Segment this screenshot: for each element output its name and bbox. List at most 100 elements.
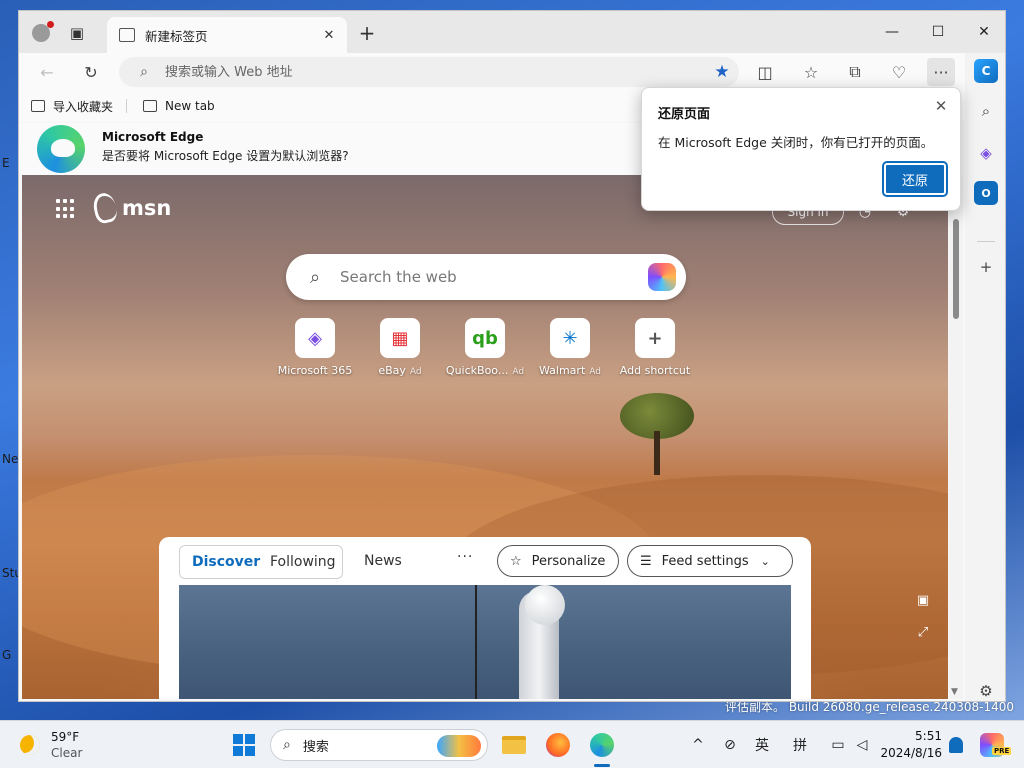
notification-bell-icon[interactable]: [949, 737, 963, 753]
firefox-button[interactable]: [544, 731, 572, 759]
show-hidden-icons-chevron[interactable]: ^: [690, 736, 706, 754]
maximize-button[interactable]: ☐: [915, 17, 961, 47]
feed-settings-button[interactable]: ☰ Feed settings ⌄: [627, 545, 793, 577]
chevron-down-icon: ⌄: [760, 554, 770, 568]
add-sidebar-app-icon[interactable]: +: [974, 255, 998, 279]
desktop-icon-label: E: [2, 156, 10, 170]
profile-button[interactable]: [29, 21, 54, 45]
start-button-windows-icon[interactable]: [233, 734, 255, 756]
news-feed: Discover Following News ··· ☆ Personaliz…: [159, 537, 811, 699]
scroll-down-arrow-icon[interactable]: ▼: [951, 687, 958, 697]
shortcut-microsoft-365[interactable]: ◈ Microsoft 365: [270, 318, 360, 377]
back-button[interactable]: ←: [33, 58, 61, 86]
ime-mode-indicator[interactable]: 拼: [790, 736, 810, 754]
import-favorites-item[interactable]: 导入收藏夹: [31, 97, 113, 115]
refresh-button[interactable]: ↻: [77, 58, 105, 86]
page-scrollbar[interactable]: ▼: [949, 175, 963, 699]
plus-icon: +: [635, 318, 675, 358]
favorite-star-icon[interactable]: ★: [711, 61, 733, 83]
image-info-icon[interactable]: ▣: [914, 591, 932, 609]
ad-badge: Ad: [512, 367, 525, 377]
copilot-sidebar-icon[interactable]: C: [974, 59, 998, 83]
tab-discover[interactable]: Discover: [192, 554, 260, 570]
scrollbar-thumb[interactable]: [953, 219, 959, 319]
infobar-title: Microsoft Edge: [102, 130, 204, 144]
favorites-divider: [126, 99, 127, 113]
ime-language-indicator[interactable]: 英: [752, 736, 772, 754]
copilot-icon[interactable]: [648, 263, 676, 291]
tab-actions-button[interactable]: ▣: [65, 21, 89, 45]
tab-news[interactable]: News: [364, 553, 402, 569]
tab-title: 新建标签页: [145, 28, 208, 44]
favorites-button[interactable]: ☆: [797, 58, 825, 86]
sidebar-settings-gear-icon[interactable]: ⚙: [974, 679, 998, 701]
browser-essentials-button[interactable]: ♡: [885, 58, 913, 86]
expand-icon[interactable]: ⤢: [914, 623, 932, 641]
clock-time[interactable]: 5:51: [886, 729, 942, 743]
shortcut-label: eBay: [378, 364, 406, 377]
sidebar-divider: [977, 241, 995, 242]
favorite-label: New tab: [165, 99, 215, 113]
shortcut-quickbooks[interactable]: qb QuickBoo... Ad: [440, 318, 530, 377]
restore-button[interactable]: 还原: [882, 161, 948, 197]
ebay-bag-icon: ▦: [380, 318, 420, 358]
address-bar[interactable]: ⌕ ★: [119, 57, 739, 87]
tab-strip: ▣ 新建标签页 ✕ + — ☐ ✕: [19, 11, 1005, 53]
new-tab-button[interactable]: +: [355, 21, 379, 45]
microsoft-365-icon[interactable]: ◈: [974, 141, 998, 165]
split-screen-button[interactable]: ◫: [751, 58, 779, 86]
new-tab-page-icon: [119, 28, 135, 42]
minimize-button[interactable]: —: [869, 17, 915, 47]
close-icon[interactable]: ✕: [930, 95, 952, 117]
news-card-image[interactable]: [179, 585, 791, 699]
edge-taskbar-button[interactable]: [588, 731, 616, 759]
moon-weather-icon[interactable]: [20, 735, 40, 755]
tab-new-tab[interactable]: 新建标签页 ✕: [107, 17, 347, 53]
tab-close-icon[interactable]: ✕: [319, 25, 339, 45]
web-search-input[interactable]: [340, 268, 620, 286]
apps-grid-icon[interactable]: [56, 199, 76, 219]
tab-following[interactable]: Following: [270, 554, 336, 570]
volume-muted-icon[interactable]: ◁: [852, 736, 872, 754]
address-input[interactable]: [165, 64, 685, 80]
weather-condition[interactable]: Clear: [51, 746, 82, 760]
edge-sidebar: C ⌕ ◈ O + ⚙: [965, 53, 1005, 701]
search-icon[interactable]: ⌕: [974, 99, 998, 123]
msn-logo[interactable]: msn: [91, 191, 171, 225]
feed-more-button[interactable]: ···: [457, 549, 473, 565]
favorite-new-tab-item[interactable]: New tab: [143, 97, 215, 115]
clock-date[interactable]: 2024/8/16: [876, 746, 942, 760]
infobar-message: 是否要将 Microsoft Edge 设置为默认浏览器?: [102, 149, 349, 163]
shortcut-label: Microsoft 365: [277, 364, 353, 377]
file-explorer-button[interactable]: [500, 731, 528, 759]
search-highlight-art: [437, 735, 481, 757]
tab-actions-icon: ▣: [69, 24, 85, 42]
add-shortcut-button[interactable]: + Add shortcut: [610, 318, 700, 377]
settings-and-more-button[interactable]: ···: [927, 58, 955, 86]
new-tab-page-icon: [143, 100, 157, 112]
weather-temperature[interactable]: 59°F: [51, 730, 79, 744]
taskbar: 59°F Clear ⌕ 搜索 ^ ⊘ 英 拼 ▭ ◁ 5:51 2024/8/…: [0, 720, 1024, 768]
firefox-icon: [546, 733, 570, 757]
personalize-label: Personalize: [531, 553, 606, 569]
dialog-title: 还原页面: [658, 107, 711, 122]
collections-button[interactable]: ⧉: [841, 58, 869, 86]
preview-badge: PRE: [992, 747, 1012, 755]
outlook-icon[interactable]: O: [974, 181, 998, 205]
background-tree-trunk: [654, 431, 660, 475]
shortcut-ebay[interactable]: ▦ eBay Ad: [355, 318, 445, 377]
personalize-button[interactable]: ☆ Personalize: [497, 545, 619, 577]
sliders-icon: ☰: [640, 553, 652, 569]
import-icon: [31, 100, 45, 112]
close-window-button[interactable]: ✕: [961, 17, 1005, 47]
ad-badge: Ad: [589, 367, 601, 377]
desktop-icon-label: G: [2, 648, 12, 662]
restore-pages-dialog: 还原页面 ✕ 在 Microsoft Edge 关闭时，你有已打开的页面。 还原: [641, 87, 961, 211]
quickbooks-icon: qb: [465, 318, 505, 358]
shortcut-walmart[interactable]: ✳ Walmart Ad: [525, 318, 615, 377]
taskbar-search-box[interactable]: ⌕ 搜索: [270, 729, 488, 761]
search-icon: ⌕: [140, 64, 148, 80]
network-offline-icon[interactable]: ⊘: [720, 736, 740, 754]
web-search-box[interactable]: ⌕: [286, 254, 686, 300]
display-icon[interactable]: ▭: [828, 736, 848, 754]
